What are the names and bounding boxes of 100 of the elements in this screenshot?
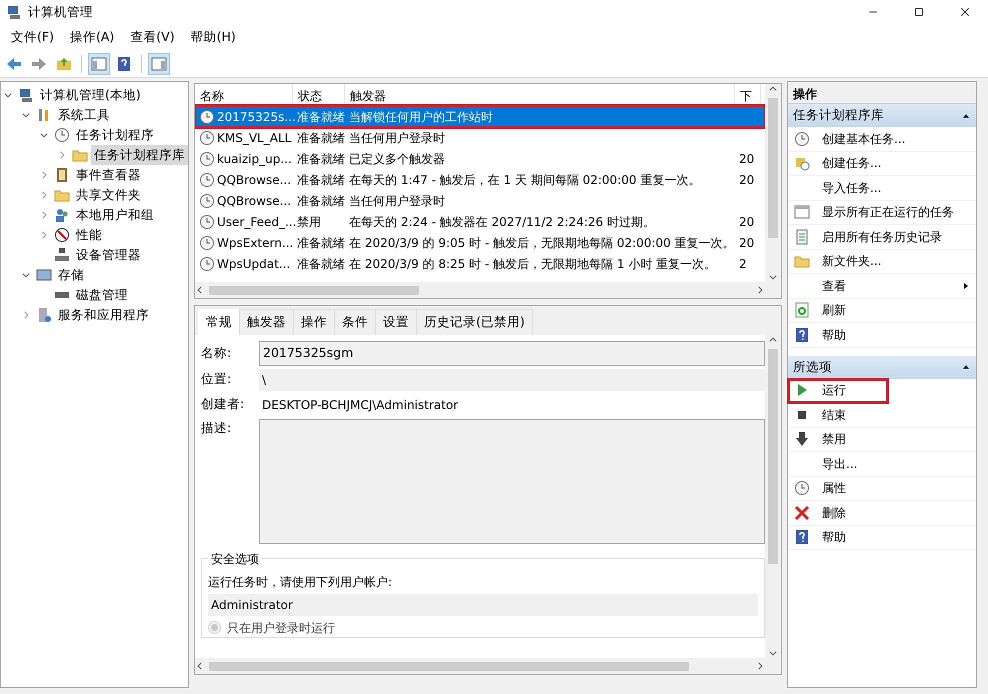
action-item[interactable]: 启用所有任务历史记录	[788, 225, 976, 250]
table-cell-text: kuaizip_up...	[217, 150, 292, 168]
table-row[interactable]: QQBrowse... 准备就绪 当任何用户登录时	[195, 190, 765, 211]
action-label: 创建任务...	[822, 155, 882, 172]
pane-title: 操作	[788, 82, 976, 104]
table-row[interactable]: kuaizip_up... 准备就绪 已定义多个触发器 20	[195, 148, 765, 169]
tree-item[interactable]: 磁盘管理	[73, 284, 131, 306]
table-cell-text: 在每天的 2:24 - 触发器在 2027/11/2 2:24:26 时过期。	[349, 214, 655, 230]
table-cell-text: QQBrowse...	[217, 172, 292, 188]
menu-item[interactable]: 操作(A)	[62, 26, 122, 48]
tab[interactable]: 常规	[198, 309, 240, 335]
scrollbar-thumb[interactable]	[209, 286, 419, 294]
users-icon	[54, 207, 70, 223]
clock-icon	[199, 234, 215, 250]
tree-item[interactable]: 设备管理器	[73, 244, 144, 266]
table-cell-text: 20	[739, 172, 754, 188]
tree-item[interactable]: 共享文件夹	[73, 184, 144, 206]
window-icon	[794, 204, 810, 220]
table-row[interactable]: KMS_VL_ALL 准备就绪 当任何用户登录时	[195, 127, 765, 148]
author-value: DESKTOP-BCHJMCJ\Administrator	[261, 396, 460, 414]
table-cell-text: 在 2020/3/9 的 8:25 时 - 触发后，无限期地每隔 1 小时 重复一次。	[349, 256, 716, 272]
tree-item[interactable]: 存储	[55, 264, 87, 286]
clock-icon	[199, 108, 215, 124]
table-cell-text: User_Feed_...	[217, 214, 296, 230]
tree-item[interactable]: 性能	[73, 224, 105, 246]
action-label: 删除	[822, 504, 847, 522]
table-row[interactable]: User_Feed_...禁用 在每天的 2:24 - 触发器在 2027/11/2 2:24:26 时过期。 20	[195, 211, 765, 232]
tree-item[interactable]: 事件查看器	[73, 164, 144, 186]
table-cell-text: 准备就绪	[297, 130, 345, 146]
name-field[interactable]: 20175325sgm	[259, 340, 765, 366]
table-cell-text: 在 2020/3/9 的 9:05 时 - 触发后，无限期地每隔 02:00:00 重复一次。	[349, 234, 735, 252]
tree-item[interactable]: 任务计划程序	[73, 124, 157, 146]
action-label: 属性	[822, 480, 847, 498]
tree-item[interactable]: 任务计划程序库	[91, 144, 188, 166]
action-item[interactable]: 帮助	[788, 526, 976, 550]
tree-toggle-button[interactable]	[88, 52, 110, 74]
clock-icon	[794, 480, 810, 496]
clock-icon	[199, 192, 215, 208]
clock-icon	[199, 150, 215, 166]
action-item[interactable]: 新文件夹...	[788, 250, 976, 274]
table-cell-text: 2	[739, 256, 747, 272]
action-label: 帮助	[822, 326, 847, 344]
field-label: 创建者:	[201, 395, 246, 414]
delete-icon	[794, 504, 810, 521]
scrollbar-thumb[interactable]	[768, 98, 778, 238]
maximize-icon	[913, 6, 925, 18]
action-item[interactable]: 导入任务...	[788, 176, 976, 200]
folder-up-icon	[56, 56, 72, 72]
table-cell-text: 20	[739, 234, 754, 252]
action-item[interactable]: 属性	[788, 476, 976, 501]
table-cell-text: 当任何用户登录时	[349, 130, 445, 146]
forward-arrow-icon	[31, 56, 47, 72]
section-header: 任务计划程序库	[793, 106, 884, 124]
action-item[interactable]: 显示所有正在运行的任务	[788, 200, 976, 225]
action-item[interactable]: 帮助	[788, 323, 976, 348]
action-item[interactable]: 查看	[788, 274, 976, 298]
action-item[interactable]: 禁用	[788, 428, 976, 452]
table-cell-text: QQBrowse...	[217, 192, 292, 210]
log-icon	[794, 228, 810, 245]
action-item[interactable]: 刷新	[788, 298, 976, 323]
action-label: 新文件夹...	[822, 253, 882, 270]
clock-icon	[199, 172, 215, 188]
refresh-icon	[794, 302, 810, 318]
table-cell-text: KMS_VL_ALL	[217, 130, 292, 146]
action-label: 导入任务...	[822, 180, 882, 197]
table-cell-text: 准备就绪	[297, 256, 345, 272]
menu-item[interactable]: 文件(F)	[3, 26, 62, 48]
help-icon	[794, 529, 810, 546]
action-item[interactable]: 创建任务...	[788, 152, 976, 176]
description-field[interactable]	[259, 418, 765, 544]
table-cell-text: WpsExtern...	[217, 234, 294, 252]
prompt-text: 运行任务时，请使用下列用户帐户:	[208, 574, 394, 590]
action-item[interactable]: 创建基本任务...	[788, 127, 976, 152]
tab[interactable]: 触发器	[239, 309, 294, 335]
panel-icon	[91, 56, 107, 72]
action-item[interactable]: 运行	[788, 378, 888, 403]
table-cell-text: 准备就绪	[297, 172, 345, 188]
table-row[interactable]: 20175325s...准备就绪 当解锁任何用户的工作站时	[195, 106, 765, 127]
action-item[interactable]: 导出...	[788, 452, 976, 476]
scrollbar-thumb[interactable]	[768, 348, 778, 564]
table-row[interactable]: QQBrowse... 准备就绪 在每天的 1:47 - 触发后，在 1 天 期间每隔 02:00:00 重复一次。 20	[195, 169, 765, 190]
table-row[interactable]: WpsUpdat... 准备就绪 在 2020/3/9 的 8:25 时 - 触发后，无限期地每隔 1 小时 重复一次。 2	[195, 253, 765, 274]
tree-item[interactable]: 本地用户和组	[73, 204, 157, 226]
table-cell-text: 20175325s...	[217, 108, 296, 126]
table-cell-text: 当解锁任何用户的工作站时	[349, 108, 493, 126]
actions-toggle-button[interactable]	[148, 52, 170, 74]
scrollbar-thumb[interactable]	[209, 662, 689, 670]
tree-item[interactable]: 计算机管理(本地)	[37, 84, 144, 106]
action-label: 禁用	[822, 431, 847, 448]
menu-item[interactable]: 帮助(H)	[182, 26, 244, 48]
action-item[interactable]: 删除	[788, 501, 976, 526]
tree-item[interactable]: 服务和应用程序	[55, 304, 152, 326]
tree-item[interactable]: 系统工具	[55, 104, 113, 126]
field-label: 描述:	[201, 418, 232, 436]
tab[interactable]: 历史记录(已禁用)	[416, 309, 533, 335]
action-label: 刷新	[822, 302, 847, 320]
clock-icon	[199, 214, 215, 230]
table-row[interactable]: WpsExtern... 准备就绪 在 2020/3/9 的 9:05 时 - 触发后，无限期地每隔 02:00:00 重复一次。 20	[195, 232, 765, 253]
action-item[interactable]: 结束	[788, 403, 976, 428]
menu-item[interactable]: 查看(V)	[122, 26, 183, 48]
